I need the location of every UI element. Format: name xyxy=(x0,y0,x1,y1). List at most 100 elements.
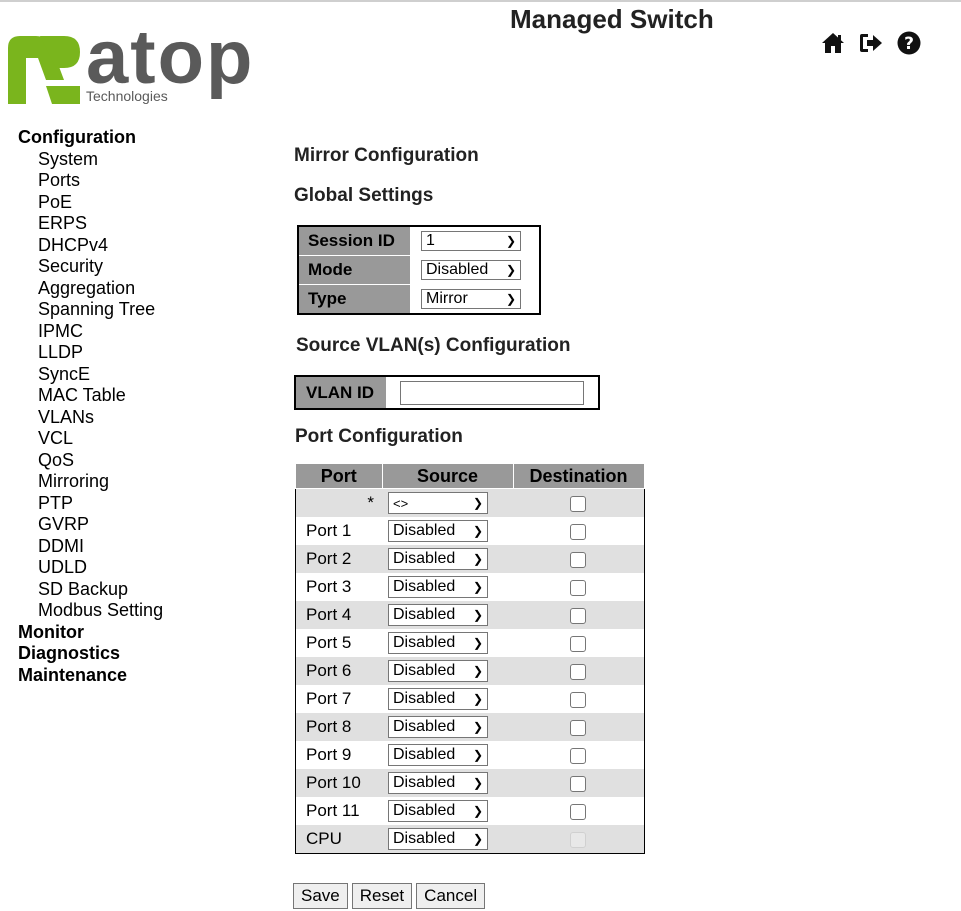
table-row: Port 11 Disabled ❯ xyxy=(295,797,644,825)
nav-item-ddmi[interactable]: DDMI xyxy=(18,536,163,558)
nav-item-dhcpv4[interactable]: DHCPv4 xyxy=(18,235,163,257)
reset-button[interactable]: Reset xyxy=(351,883,413,909)
table-row: Port 2 Disabled ❯ xyxy=(295,545,644,573)
top-border xyxy=(0,0,961,2)
sign-out-icon[interactable] xyxy=(858,30,884,56)
destination-checkbox[interactable] xyxy=(570,635,587,652)
destination-checkbox[interactable] xyxy=(570,523,587,540)
source-select[interactable]: Disabled ❯ xyxy=(388,688,488,710)
source-select[interactable]: Disabled ❯ xyxy=(388,520,488,542)
port-name: Port 5 xyxy=(295,629,382,657)
global-settings-table: Session ID 1 ❯ Mode Disabled ❯ Type Mirror… xyxy=(297,225,541,315)
table-row: Port 4 Disabled ❯ xyxy=(295,601,644,629)
home-icon[interactable] xyxy=(820,30,846,56)
source-select[interactable]: Disabled ❯ xyxy=(388,772,488,794)
destination-checkbox[interactable] xyxy=(570,691,587,708)
destination-checkbox[interactable] xyxy=(570,719,587,736)
table-row: Port 8 Disabled ❯ xyxy=(295,713,644,741)
source-select[interactable]: Disabled ❯ xyxy=(388,576,488,598)
save-button[interactable]: Save xyxy=(293,883,348,909)
nav-item-synce[interactable]: SyncE xyxy=(18,364,163,386)
destination-checkbox[interactable] xyxy=(570,663,587,680)
source-select[interactable]: Disabled ❯ xyxy=(388,716,488,738)
cancel-button[interactable]: Cancel xyxy=(416,883,486,909)
source-value: Disabled xyxy=(393,522,456,539)
port-name: Port 9 xyxy=(295,741,382,769)
type-value: Mirror xyxy=(426,289,468,307)
nav-item-modbus-setting[interactable]: Modbus Setting xyxy=(18,600,163,622)
nav-item-vcl[interactable]: VCL xyxy=(18,428,163,450)
nav-item-security[interactable]: Security xyxy=(18,256,163,278)
nav-item-ipmc[interactable]: IPMC xyxy=(18,321,163,343)
nav-item-mac-table[interactable]: MAC Table xyxy=(18,385,163,407)
source-value: Disabled xyxy=(393,634,456,651)
table-row: Port 1 Disabled ❯ xyxy=(295,517,644,545)
all-source-select[interactable]: <> ❯ xyxy=(388,492,488,514)
session-id-select[interactable]: 1 ❯ xyxy=(421,231,521,252)
chevron-down-icon: ❯ xyxy=(472,776,483,790)
mode-select[interactable]: Disabled ❯ xyxy=(421,260,521,280)
table-row: Port 10 Disabled ❯ xyxy=(295,769,644,797)
nav-item-system[interactable]: System xyxy=(18,149,163,171)
chevron-down-icon: ❯ xyxy=(472,580,483,594)
sidebar-nav: Configuration System Ports PoE ERPS DHCPv4 Se… xyxy=(18,127,163,686)
destination-checkbox[interactable] xyxy=(570,747,587,764)
nav-item-ports[interactable]: Ports xyxy=(18,170,163,192)
nav-item-erps[interactable]: ERPS xyxy=(18,213,163,235)
destination-checkbox[interactable] xyxy=(570,803,587,820)
chevron-down-icon: ❯ xyxy=(472,608,483,622)
type-select[interactable]: Mirror ❯ xyxy=(421,288,521,309)
destination-checkbox[interactable] xyxy=(570,607,587,624)
nav-item-udld[interactable]: UDLD xyxy=(18,557,163,579)
logo-subtitle: Technologies xyxy=(86,88,168,104)
all-destination-checkbox[interactable] xyxy=(570,495,587,512)
mode-label: Mode xyxy=(297,255,411,285)
atop-logo: atop Technologies xyxy=(6,15,256,114)
nav-item-ptp[interactable]: PTP xyxy=(18,493,163,515)
port-name: Port 7 xyxy=(295,685,382,713)
destination-checkbox[interactable] xyxy=(570,579,587,596)
port-name: Port 3 xyxy=(295,573,382,601)
nav-item-spanning-tree[interactable]: Spanning Tree xyxy=(18,299,163,321)
table-row: Port 6 Disabled ❯ xyxy=(295,657,644,685)
source-value: Disabled xyxy=(393,774,456,791)
nav-configuration[interactable]: Configuration xyxy=(18,127,163,149)
source-select[interactable]: Disabled ❯ xyxy=(388,604,488,626)
form-buttons: Save Reset Cancel xyxy=(293,883,486,909)
nav-item-aggregation[interactable]: Aggregation xyxy=(18,278,163,300)
nav-item-sd-backup[interactable]: SD Backup xyxy=(18,579,163,601)
chevron-down-icon: ❯ xyxy=(472,664,483,678)
help-icon[interactable]: ? xyxy=(896,30,922,56)
nav-item-mirroring[interactable]: Mirroring xyxy=(18,471,163,493)
nav-item-gvrp[interactable]: GVRP xyxy=(18,514,163,536)
source-value: Disabled xyxy=(393,662,456,679)
destination-checkbox[interactable] xyxy=(570,775,587,792)
chevron-down-icon: ❯ xyxy=(472,552,483,566)
nav-item-qos[interactable]: QoS xyxy=(18,450,163,472)
nav-monitor[interactable]: Monitor xyxy=(18,622,163,644)
nav-diagnostics[interactable]: Diagnostics xyxy=(18,643,163,665)
source-select[interactable]: Disabled ❯ xyxy=(388,548,488,570)
svg-text:?: ? xyxy=(904,34,914,54)
nav-maintenance[interactable]: Maintenance xyxy=(18,665,163,687)
source-value: Disabled xyxy=(393,830,456,847)
port-config-table: Port Source Destination * <> ❯ Port 1 Disa… xyxy=(295,463,645,854)
port-name: Port 6 xyxy=(295,657,382,685)
source-select[interactable]: Disabled ❯ xyxy=(388,800,488,822)
source-column-header: Source xyxy=(381,463,514,489)
table-row: Port 5 Disabled ❯ xyxy=(295,629,644,657)
table-row: Port 3 Disabled ❯ xyxy=(295,573,644,601)
source-value: Disabled xyxy=(393,718,456,735)
source-select[interactable]: Disabled ❯ xyxy=(388,660,488,682)
vlan-id-input[interactable] xyxy=(400,380,584,405)
session-id-value: 1 xyxy=(426,232,435,250)
source-select[interactable]: Disabled ❯ xyxy=(388,744,488,766)
destination-checkbox[interactable] xyxy=(570,551,587,568)
nav-item-vlans[interactable]: VLANs xyxy=(18,407,163,429)
chevron-down-icon: ❯ xyxy=(505,291,516,306)
source-select[interactable]: Disabled ❯ xyxy=(388,632,488,654)
nav-item-poe[interactable]: PoE xyxy=(18,192,163,214)
source-select[interactable]: Disabled ❯ xyxy=(388,828,488,850)
nav-item-lldp[interactable]: LLDP xyxy=(18,342,163,364)
source-value: Disabled xyxy=(393,690,456,707)
